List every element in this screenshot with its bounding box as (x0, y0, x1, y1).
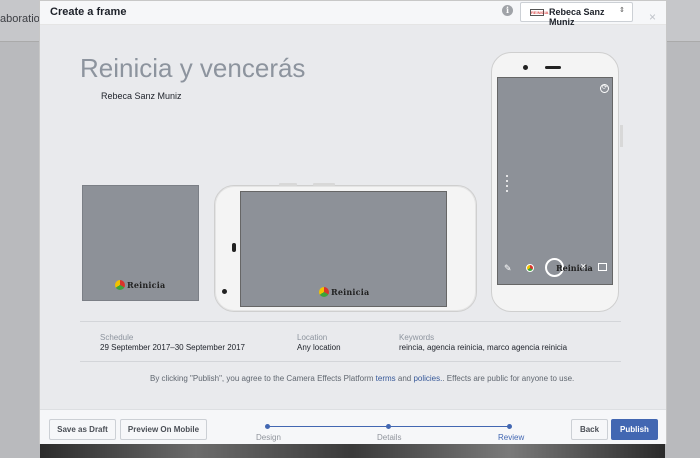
close-icon[interactable]: × (649, 11, 656, 23)
frame-title: Reinicia y vencerás (80, 53, 306, 83)
dialog-header: Create a frame i REINICIA Rebeca Sanz Mu… (40, 1, 666, 27)
divider (80, 321, 621, 322)
phone-button (279, 183, 297, 186)
terms-prefix: By clicking "Publish", you agree to the … (150, 374, 376, 383)
keywords-label: Keywords (399, 333, 435, 342)
phone-button (313, 183, 335, 186)
phone-camera (523, 65, 528, 70)
landscape-screen: Reinicia (240, 191, 447, 307)
phone-speaker (232, 243, 236, 252)
keywords-value: reincia, agencia reinicia, marco agencia… (399, 343, 568, 352)
logo-text: Reinicia (556, 263, 593, 273)
page-thumbnail: REINICIA (530, 9, 549, 16)
phone-speaker (545, 66, 561, 69)
step-dot-details (386, 424, 391, 429)
step-review[interactable]: Review (498, 433, 524, 442)
logo-mark-icon (319, 287, 329, 297)
terms-suffix: . Effects are public for anyone to use. (442, 374, 575, 383)
close-effect-icon: ✕ (580, 262, 587, 271)
magic-wand-icon: ✎ (504, 263, 512, 273)
effect-thumbnail-icon (526, 264, 534, 272)
camera-controls: ✎ Reinicia ✕ (498, 258, 612, 278)
terms-link[interactable]: terms (376, 374, 396, 383)
frame-logo: Reinicia (319, 287, 369, 297)
divider (80, 361, 621, 362)
logo-mark-icon (115, 280, 125, 290)
camera-flip-icon: ⟳ (600, 84, 609, 93)
chevron-updown-icon: ⇕ (619, 7, 625, 14)
location-label: Location (297, 333, 328, 342)
dialog-title: Create a frame (50, 6, 127, 18)
gallery-icon (598, 263, 607, 271)
square-preview: Reinicia (82, 185, 199, 301)
schedule-label: Schedule (100, 333, 134, 342)
back-button[interactable]: Back (571, 419, 608, 440)
info-icon[interactable]: i (502, 5, 513, 16)
frame-logo: Reinicia (115, 280, 165, 290)
dialog-footer: Save as Draft Preview On Mobile Design D… (40, 409, 666, 444)
terms-notice: By clicking "Publish", you agree to the … (150, 374, 574, 383)
step-details[interactable]: Details (377, 433, 401, 442)
frame-author: Rebeca Sanz Muniz (101, 91, 182, 101)
preview-mobile-button[interactable]: Preview On Mobile (120, 419, 207, 440)
schedule-value: 29 September 2017–30 September 2017 (100, 343, 245, 352)
location-value: Any location (297, 343, 341, 352)
step-dot-design (265, 424, 270, 429)
policies-link[interactable]: policies. (413, 374, 442, 383)
logo-text: Reinicia (331, 287, 370, 297)
phone-camera (222, 289, 227, 294)
logo-text: Reinicia (127, 280, 166, 290)
portrait-phone-preview: ⟳ ✎ Reinicia ✕ (491, 52, 623, 312)
terms-and: and (395, 374, 414, 383)
page-selector[interactable]: REINICIA Rebeca Sanz Muniz ⇕ (520, 2, 633, 27)
landscape-phone-preview: Reinicia (214, 183, 477, 312)
publish-button[interactable]: Publish (611, 419, 658, 440)
portrait-screen: ⟳ ✎ Reinicia ✕ (497, 77, 613, 285)
save-draft-button[interactable]: Save as Draft (49, 419, 116, 440)
phone-button (620, 125, 623, 147)
more-dots-icon (506, 175, 508, 192)
step-dot-review (507, 424, 512, 429)
step-design[interactable]: Design (256, 433, 281, 442)
create-frame-dialog: Create a frame i REINICIA Rebeca Sanz Mu… (39, 0, 667, 444)
